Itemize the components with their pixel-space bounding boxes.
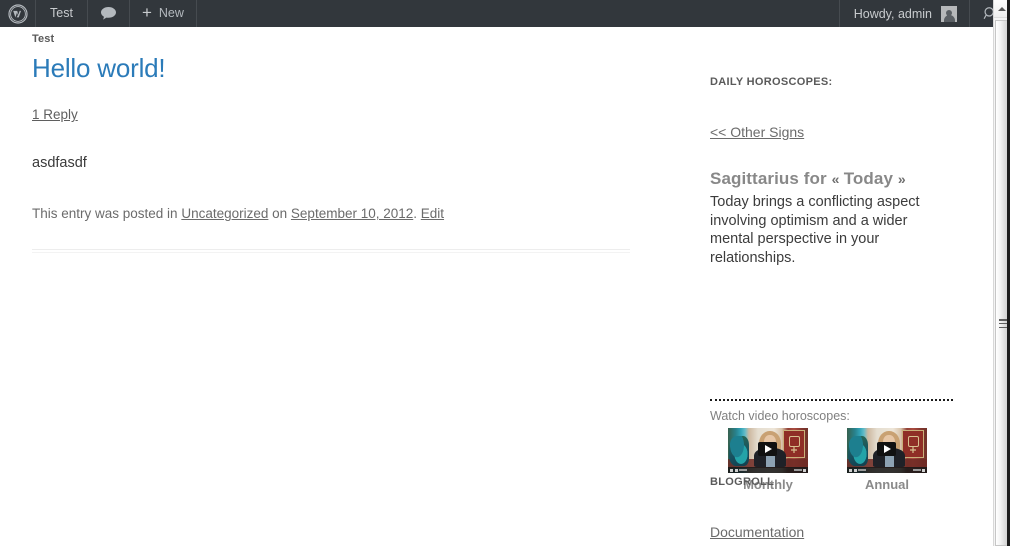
post-replies-link[interactable]: 1 Reply [32, 107, 78, 122]
post-edit-link[interactable]: Edit [421, 206, 444, 221]
comments-link-wrapper: 1 Reply [32, 106, 632, 124]
play-icon[interactable] [877, 442, 896, 456]
horoscope-prev-arrow[interactable]: « [832, 171, 840, 187]
plus-icon: + [141, 3, 152, 22]
wp-logo-button[interactable] [0, 0, 36, 27]
widget-title-horoscopes: DAILY HOROSCOPES: [710, 76, 833, 88]
post-divider [32, 249, 630, 253]
adminbar-right-group: Howdy, admin [838, 0, 1010, 27]
scroll-up-arrow-icon [998, 6, 1006, 11]
adminbar-new-button[interactable]: + New [130, 0, 197, 27]
video-controls-left [730, 468, 747, 472]
wp-admin-bar: Test + New Howdy, admin [0, 0, 1010, 27]
widget-blogroll: BLOGROLL Documentation [710, 475, 958, 542]
video-control-bar [847, 467, 927, 473]
post-meta-prefix: This entry was posted in [32, 206, 182, 221]
video-controls-right [912, 468, 925, 472]
post-meta-period: . [413, 206, 421, 221]
post-date-link[interactable]: September 10, 2012 [291, 206, 413, 221]
watch-video-horoscopes-label: Watch video horoscopes: [710, 409, 850, 423]
horoscope-next-arrow[interactable]: » [898, 171, 906, 187]
page-body: Test Hello world! 1 Reply asdfasdf This … [0, 27, 993, 546]
video-control-bar [728, 467, 808, 473]
adminbar-new-label: New [158, 6, 184, 20]
adminbar-site-name-label: Test [50, 6, 73, 20]
scrollbar-grip-icon [999, 319, 1007, 328]
browser-viewport: Test + New Howdy, admin Test Hello world… [0, 0, 1010, 546]
adminbar-site-name[interactable]: Test [36, 0, 88, 27]
adminbar-howdy-label: Howdy, admin [853, 6, 932, 21]
adminbar-comments-button[interactable] [88, 0, 130, 27]
adminbar-spacer [197, 0, 839, 27]
widget-daily-horoscopes: DAILY HOROSCOPES: << Other Signs Sagitta… [710, 75, 958, 492]
adminbar-my-account[interactable]: Howdy, admin [838, 0, 969, 27]
blogroll-link-documentation[interactable]: Documentation [710, 523, 804, 541]
video-thumbnail-annual[interactable] [847, 428, 927, 473]
post-content: asdfasdf [32, 153, 632, 174]
main-content-column: Test Hello world! 1 Reply asdfasdf This … [32, 29, 632, 253]
post-title: Hello world! [32, 53, 632, 83]
thumbnail-plant-icon [729, 436, 749, 466]
play-icon[interactable] [758, 442, 777, 456]
horoscope-sign-name: Sagittarius for [710, 169, 827, 188]
wordpress-logo-icon [7, 3, 28, 24]
post-content-text: asdfasdf [32, 155, 87, 171]
thumbnail-wall-art-icon [902, 430, 924, 458]
other-signs-link[interactable]: << Other Signs [710, 123, 804, 141]
widget-title-blogroll: BLOGROLL [710, 476, 775, 488]
user-avatar-icon [941, 5, 957, 22]
comment-bubble-icon [100, 7, 116, 20]
video-controls-right [793, 468, 806, 472]
post-category-link[interactable]: Uncategorized [181, 206, 268, 221]
post-meta-on: on [268, 206, 291, 221]
site-title: Test [32, 33, 55, 45]
sidebar-dotted-separator [710, 399, 953, 401]
horoscope-reading-text: Today brings a conflicting aspect involv… [710, 194, 920, 266]
post-title-link[interactable]: Hello world! [32, 53, 166, 83]
thumbnail-plant-icon [848, 436, 868, 466]
horoscope-today-label: Today [843, 169, 894, 188]
video-controls-left [849, 468, 866, 472]
horoscope-sign-heading: Sagittarius for « Today » [710, 169, 958, 189]
video-thumbnail-monthly[interactable] [728, 428, 808, 473]
post-meta: This entry was posted in Uncategorized o… [32, 204, 632, 223]
thumbnail-wall-art-icon [783, 430, 805, 458]
